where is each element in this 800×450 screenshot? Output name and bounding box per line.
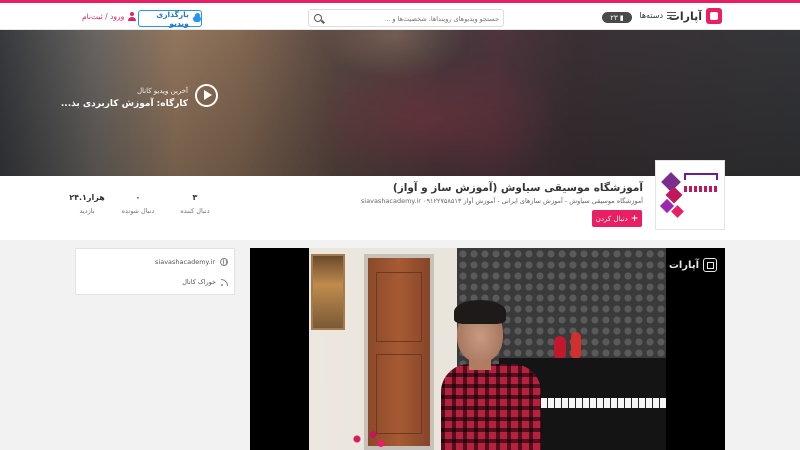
channel-description: آموزشگاه موسیقی سیاوش - آموزش سازهای ایر…	[360, 197, 643, 205]
feed-label: خوراک کانال	[182, 278, 216, 286]
follow-button[interactable]: + دنبال کردن	[592, 210, 642, 227]
stat-followers[interactable]: ۳ دنبال کننده	[165, 193, 225, 215]
door-panel	[376, 354, 422, 434]
plus-icon: +	[630, 213, 639, 224]
door	[364, 254, 434, 450]
login-link[interactable]: ورود / ثبت‌نام	[82, 12, 137, 21]
notification-badge[interactable]: ۲۳ ▮	[602, 12, 632, 23]
stat-views: ۲۴.۱هزار بازدید	[57, 193, 117, 215]
stat-value: ۳	[192, 193, 198, 202]
play-latest-icon[interactable]	[195, 84, 218, 107]
player-watermark: آپارات	[669, 258, 717, 272]
stat-following[interactable]: ۰ دنبال شونده	[108, 193, 168, 215]
search-box	[308, 9, 504, 27]
video-player[interactable]: آپارات	[250, 248, 725, 450]
stat-value: ۲۴.۱هزار	[69, 193, 105, 202]
search-input[interactable]	[329, 12, 499, 25]
top-header: آپارات دسته‌ها ۲۳ ▮ بارگذاری ویدیو ورود …	[0, 3, 800, 30]
door-panel	[376, 272, 422, 342]
follow-label: دنبال کردن	[595, 214, 628, 223]
website-link[interactable]: siavashacademy.ir	[155, 258, 228, 266]
channel-title: آموزشگاه موسیقی سیاوش (آموزش ساز و آواز)	[392, 182, 643, 194]
latest-video-title: کارگاه: آموزش کاربردی بذ...	[60, 99, 188, 109]
login-label: ورود / ثبت‌نام	[82, 12, 125, 21]
categories-menu[interactable]: دسته‌ها	[639, 11, 676, 20]
video-camera-icon: ▮	[619, 13, 624, 22]
website-url: siavashacademy.ir	[155, 258, 215, 266]
user-icon	[128, 12, 137, 21]
upload-video-button[interactable]: بارگذاری ویدیو	[138, 9, 202, 28]
aparat-logo-icon	[706, 8, 722, 24]
stat-label: بازدید	[79, 207, 95, 215]
channel-feed-link[interactable]: خوراک کانال	[182, 278, 228, 286]
red-vase	[571, 332, 581, 358]
globe-icon	[220, 258, 228, 266]
upload-label: بارگذاری ویدیو	[156, 9, 189, 28]
cloud-upload-icon	[192, 12, 201, 22]
watermark-text: آپارات	[668, 259, 699, 271]
stat-label: دنبال شونده	[121, 207, 155, 215]
hamburger-menu-icon	[667, 12, 676, 19]
latest-video-label: آخرین ویدیو کانال	[136, 87, 188, 95]
video-frame	[309, 248, 666, 450]
aparat-logo[interactable]: آپارات	[669, 8, 722, 24]
stat-value: ۰	[135, 193, 141, 202]
badge-count: ۲۳	[610, 13, 618, 22]
person-hair	[454, 300, 506, 324]
latest-video-link[interactable]: آخرین ویدیو کانال کارگاه: آموزش کاربردی …	[61, 87, 188, 109]
stat-label: دنبال کننده	[180, 207, 210, 215]
red-vase	[554, 336, 566, 358]
wall-painting	[311, 254, 345, 330]
channel-links-card: siavashacademy.ir خوراک کانال	[75, 248, 235, 295]
person-shirt	[441, 364, 541, 450]
logo-lettering-shape	[684, 186, 718, 192]
rss-icon	[221, 278, 228, 286]
logo-lettering-shape	[684, 173, 718, 180]
categories-label: دسته‌ها	[639, 11, 663, 20]
aparat-watermark-icon	[703, 258, 717, 272]
flowers	[349, 428, 389, 450]
channel-avatar[interactable]	[655, 160, 725, 230]
search-icon[interactable]	[314, 14, 322, 22]
